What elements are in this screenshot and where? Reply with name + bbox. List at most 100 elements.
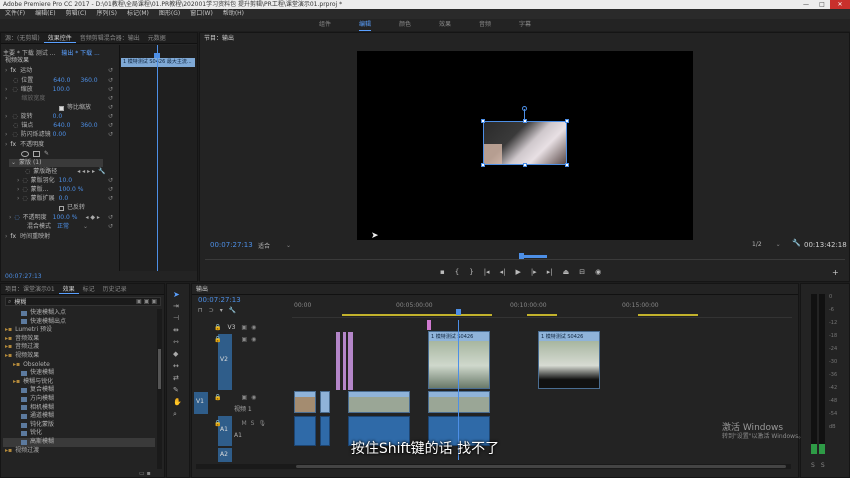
tab-program[interactable]: 节目：输出	[200, 33, 238, 44]
step-forward-button[interactable]: |▸	[531, 268, 537, 276]
linked-selection-icon[interactable]: ⊃	[209, 307, 214, 314]
timeline-horizontal-scrollbar[interactable]	[196, 464, 791, 469]
close-button[interactable]: ✕	[830, 0, 850, 9]
clip-video-v1[interactable]	[348, 391, 410, 413]
rotation-row[interactable]: › ◌ 旋转 0.0 ↺	[1, 113, 117, 121]
menu-sequence[interactable]: 序列(S)	[92, 9, 123, 19]
opacity2-value[interactable]: 100.0 %	[53, 214, 78, 222]
clip-pink[interactable]	[336, 332, 340, 390]
clip-selector[interactable]: 主要 * 下载 测试 ... 输出 * 下载 ...	[3, 48, 119, 57]
timeline-playhead-handle[interactable]	[456, 309, 461, 315]
scroll-thumb[interactable]	[296, 465, 786, 468]
work-area-bar[interactable]	[342, 314, 492, 316]
mark-out-button[interactable]: }	[469, 268, 473, 276]
mask-row[interactable]: ⌄ 蒙版 (1)	[9, 159, 103, 167]
reset-icon[interactable]: ↺	[108, 77, 113, 85]
effects-tree-item[interactable]: ▸▪ 视频过渡	[3, 447, 155, 456]
flicker-row[interactable]: › ◌ 防闪烁滤镜 0.00 ↺	[1, 131, 117, 139]
effects-tree-item[interactable]: ▸▪ 视频效果	[3, 352, 155, 361]
play-button[interactable]: ▶	[515, 268, 520, 276]
rotation-handle[interactable]	[522, 106, 527, 111]
stopwatch-icon[interactable]: ◌	[13, 77, 18, 85]
menu-window[interactable]: 窗口(W)	[185, 9, 218, 19]
program-timecode[interactable]: 00:07:27:13	[210, 241, 253, 249]
flicker-value[interactable]: 0.00	[53, 131, 66, 139]
opacity-effect-row[interactable]: › fx 不透明度	[1, 141, 117, 149]
anchor-row[interactable]: ◌ 锚点 640.0 360.0 ↺	[1, 122, 117, 130]
slide-tool-icon[interactable]: ⇄	[173, 374, 179, 382]
ripple-edit-tool-icon[interactable]: ⊣	[173, 314, 179, 322]
reset-icon[interactable]: ↺	[108, 223, 113, 231]
opacity-value-row[interactable]: › ◌ 不透明度 100.0 % ◂ ◆ ▸ ↺	[1, 214, 117, 222]
time-remap-row[interactable]: › fx 时间重映射	[1, 233, 117, 241]
effects-tree-item[interactable]: 钝化蒙版	[3, 421, 155, 430]
rate-stretch-tool-icon[interactable]: ⇿	[173, 338, 179, 346]
mask-opacity-row[interactable]: › ◌ 蒙版... 100.0 % ↺	[1, 186, 117, 194]
go-to-out-button[interactable]: ▸|	[547, 268, 553, 276]
position-x-value[interactable]: 640.0	[53, 77, 70, 85]
mask-vertex-handle[interactable]	[565, 163, 569, 167]
effects-tree-item[interactable]: 锐化	[3, 429, 155, 438]
mic-icon[interactable]: 🎙	[258, 420, 266, 427]
mask-expansion-row[interactable]: › ◌ 蒙版扩展 0.0 ↺	[1, 195, 117, 203]
effects-tree-item[interactable]: 复合模糊	[3, 386, 155, 395]
reset-icon[interactable]: ↺	[108, 67, 113, 75]
fit-dropdown[interactable]: 适合 ⌄	[258, 241, 291, 250]
program-video-frame[interactable]: ➤	[357, 51, 693, 241]
new-bin-icon[interactable]: ▭ ▪	[139, 470, 151, 477]
mask-vertex-handle[interactable]	[481, 119, 485, 123]
effects-tree-item[interactable]: 通道模糊	[3, 412, 155, 421]
mask-vertex-handle[interactable]	[565, 119, 569, 123]
effect-mini-timeline[interactable]: 1 模特测试 S0426 最大主流...	[119, 45, 197, 271]
uniform-scale-row[interactable]: 等比缩放 ↺	[1, 104, 117, 112]
stopwatch-icon[interactable]: ◌	[14, 214, 19, 222]
add-button[interactable]: +	[832, 268, 839, 277]
mask-vertex-handle[interactable]	[523, 163, 527, 167]
timeline-timecode[interactable]: 00:07:27:13	[198, 296, 241, 304]
anchor-y-value[interactable]: 360.0	[80, 122, 97, 130]
reset-icon[interactable]: ↺	[108, 122, 113, 130]
export-frame-button[interactable]: ◉	[595, 268, 601, 276]
mask-feather-row[interactable]: › ◌ 蒙版羽化 10.0 ↺	[1, 177, 117, 185]
slip-tool-icon[interactable]: ↔	[173, 362, 179, 370]
rectangle-mask-icon[interactable]	[33, 151, 40, 157]
uniform-scale-checkbox[interactable]	[59, 105, 64, 111]
scale-width-row[interactable]: › 缩放宽度 ↺	[1, 95, 117, 103]
scroll-thumb[interactable]	[158, 349, 161, 389]
effects-search-bar[interactable]: ⌕ 模糊 ▣ ▣ ▣	[5, 297, 161, 306]
effects-tree-item[interactable]: 高斯模糊	[3, 437, 155, 447]
inverted-checkbox[interactable]	[59, 205, 64, 211]
reset-icon[interactable]: ↺	[108, 95, 113, 103]
stopwatch-icon[interactable]: ◌	[12, 131, 17, 139]
extract-button[interactable]: ⊟	[579, 268, 585, 276]
tab-metadata[interactable]: 元数据	[144, 33, 170, 43]
clip-video-v1[interactable]	[320, 391, 330, 413]
keyframe-nav[interactable]: ◂ ◆ ▸	[85, 214, 99, 222]
effects-tree-item[interactable]: ▸▪ Obsolete	[3, 361, 155, 370]
mask-opacity-value[interactable]: 100.0 %	[59, 186, 84, 194]
tab-effect-controls[interactable]: 效果控件	[43, 33, 76, 43]
clip-pink-v3[interactable]	[427, 320, 431, 330]
lock-icon[interactable]: 🔒	[214, 420, 221, 427]
eye-icon[interactable]: ◉	[251, 324, 256, 331]
mini-playhead-handle[interactable]	[154, 53, 160, 58]
minimize-button[interactable]: —	[798, 0, 814, 9]
eye-icon[interactable]: ◉	[251, 336, 256, 343]
tab-audio-mixer[interactable]: 音频剪辑混合器：输出	[76, 33, 144, 43]
work-area-bar[interactable]	[638, 314, 698, 316]
workspace-editing[interactable]: 编辑	[358, 19, 371, 31]
program-playhead[interactable]	[519, 253, 524, 259]
pen-tool-icon[interactable]: ✎	[173, 386, 179, 394]
reset-icon[interactable]: ↺	[108, 177, 113, 185]
reset-icon[interactable]: ↺	[108, 86, 113, 94]
stopwatch-icon[interactable]: ◌	[13, 122, 18, 130]
mini-clip-bar[interactable]: 1 模特测试 S0426 最大主流...	[121, 58, 195, 67]
mask-track-buttons[interactable]: ◂ ◂ ▸ ▸	[77, 168, 95, 176]
menu-clip[interactable]: 剪辑(C)	[61, 9, 92, 19]
reset-icon[interactable]: ↺	[108, 131, 113, 139]
tab-sequence[interactable]: 输出	[192, 284, 212, 294]
clip-pink[interactable]	[343, 332, 346, 390]
go-to-in-button[interactable]: |◂	[484, 268, 490, 276]
maximize-button[interactable]: □	[814, 0, 830, 9]
solo-left-button[interactable]: S	[811, 462, 815, 469]
